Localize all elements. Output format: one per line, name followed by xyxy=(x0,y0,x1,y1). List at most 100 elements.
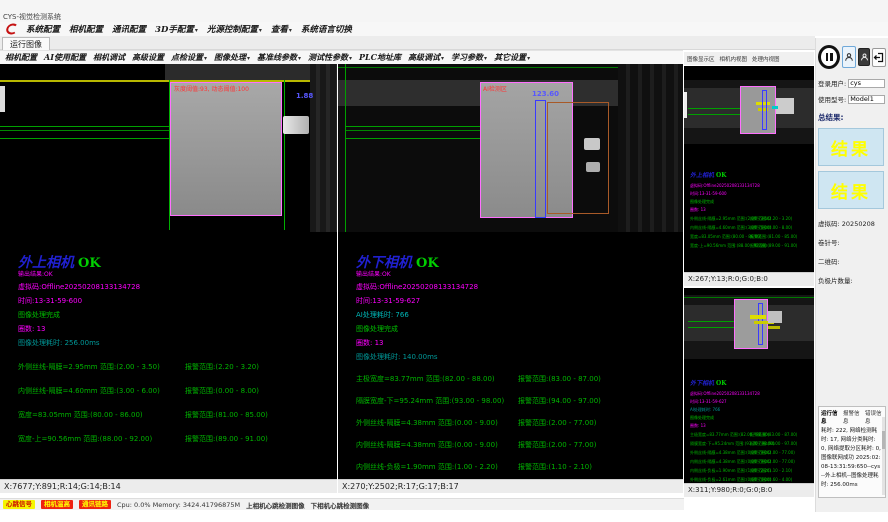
ai-blue-box xyxy=(762,90,767,130)
chevron-down-icon: ▾ xyxy=(259,27,262,34)
pause-button[interactable] xyxy=(818,45,840,69)
threshold-overlay: 灰度阈值:93, 动态阈值:100 xyxy=(174,84,249,93)
barcode-line: 虚拟码:Offline20250208133134728 xyxy=(18,282,333,292)
model-input[interactable] xyxy=(848,95,885,104)
user-button[interactable] xyxy=(842,46,856,68)
result-text-lower: 外下相机OK 输出结果:OK 虚拟码:Offline20250208133134… xyxy=(356,254,679,494)
value-overlay: 1.88 xyxy=(296,92,313,100)
thumb-tab-processed-view[interactable]: 处理内视图 xyxy=(752,55,780,63)
camera-view-lower[interactable]: AI检测区 123.60 xyxy=(338,64,683,232)
toolbar-camera-debug[interactable]: 相机调试 xyxy=(93,52,125,63)
menu-item-3d-config[interactable]: 3D手配置▾ xyxy=(155,23,198,35)
toolbar-image-processing[interactable]: 图像处理▾ xyxy=(214,52,250,63)
count-line: 圈数: 13 xyxy=(356,338,679,348)
tab-orange-box xyxy=(547,102,609,214)
toolbar-other-settings[interactable]: 其它设置▾ xyxy=(494,52,530,63)
menu-item-comm-config[interactable]: 通讯配置 xyxy=(112,23,146,35)
status-badge: OK xyxy=(416,256,439,271)
camera-title: 外上相机OK xyxy=(18,254,333,271)
toolbar: 相机配置 AI使用配置 相机调试 高级设置 点检设置▾ 图像处理▾ 基准线参数▾… xyxy=(0,50,683,64)
measurement-row: 外侧丝线-隔膜=2.95mm 范围:(2.00 - 3.50)报警范围:(2.2… xyxy=(18,362,333,372)
toolbar-baseline-params[interactable]: 基准线参数▾ xyxy=(257,52,301,63)
annotation-mark xyxy=(772,106,778,109)
lower-heartbeat-link: 下相机心跳检测图像 xyxy=(311,500,370,510)
thumbnail-header: 图像显示区 相机内视图 处理内视图 xyxy=(684,52,814,65)
status-badge: OK xyxy=(78,256,101,271)
chevron-down-icon: ▾ xyxy=(298,55,301,62)
pin-number-line: 卷针号: xyxy=(818,237,886,247)
tab-run-image[interactable]: 运行图像 xyxy=(2,37,50,51)
toolbar-spot-check[interactable]: 点检设置▾ xyxy=(171,52,207,63)
virtual-code-line: 虚拟码: 20250208 xyxy=(818,218,886,228)
log-tab-error[interactable]: 错误信息 xyxy=(865,409,883,425)
logout-button[interactable] xyxy=(872,48,886,67)
status-bar: 心跳信号 相机温高 通讯链路 Cpu: 0.0% Memory: 3424.41… xyxy=(0,498,684,510)
window-title: CYS-视觉检测系统 xyxy=(3,12,61,22)
output-result: 输出结果:OK xyxy=(18,271,333,278)
toolbar-advanced-debug[interactable]: 高级调试▾ xyxy=(408,52,444,63)
menu-item-camera-config[interactable]: 相机配置 xyxy=(69,23,103,35)
thumbnail-image-lower xyxy=(684,295,814,359)
value-overlay: 123.60 xyxy=(532,90,559,98)
sidebar-buttons xyxy=(818,42,886,72)
result-box-upper: 结果 xyxy=(818,128,884,166)
ruler-line xyxy=(346,126,480,127)
pixel-readout-thumb-upper: X:267;Y:13;R:0;G:0;B:0 xyxy=(684,272,814,286)
elapsed-line: 图像处理耗时: 140.00ms xyxy=(356,352,679,362)
toolbar-test-params[interactable]: 测试性参数▾ xyxy=(308,52,352,63)
toolbar-advanced-settings[interactable]: 高级设置 xyxy=(132,52,164,63)
control-sidebar: 登录用户: 使用型号: 总结果: 结果 结果 虚拟码: 20250208 卷针号… xyxy=(815,38,888,512)
machine-texture xyxy=(310,64,337,232)
elapsed-line: 图像处理耗时: 256.00ms xyxy=(18,338,333,348)
thumbnail-lower[interactable]: 外下相机OK 虚拟码:Offline20250208133134728 时间:1… xyxy=(684,288,814,497)
roi-box xyxy=(170,82,282,216)
metal-highlight xyxy=(584,138,600,150)
app-window: CYS-视觉检测系统 系统配置 相机配置 通讯配置 3D手配置▾ 光源控制配置▾… xyxy=(0,0,888,522)
count-line: 圈数: 13 xyxy=(18,324,333,334)
menu-item-light-config[interactable]: 光源控制配置▾ xyxy=(207,23,262,35)
log-scrollbar[interactable] xyxy=(882,417,885,495)
log-tab-alarm[interactable]: 报警信息 xyxy=(843,409,861,425)
thumbnail-image-upper xyxy=(684,80,814,144)
logout-door-icon xyxy=(873,51,885,64)
camera-view-upper[interactable]: 灰度阈值:93, 动态阈值:100 1.88 xyxy=(0,64,337,232)
upper-heartbeat-link: 上相机心跳检测图像 xyxy=(246,500,305,510)
metal-highlight xyxy=(586,162,600,172)
measurement-row: 外侧丝线-隔膜=4.38mm 范围:(0.00 - 9.00)报警范围:(2.0… xyxy=(356,418,679,428)
toolbar-plc-library[interactable]: PLC地址库 xyxy=(359,52,401,63)
chevron-down-icon: ▾ xyxy=(484,55,487,62)
annotation-mark xyxy=(750,315,766,319)
ai-region-overlay: AI检测区 xyxy=(483,84,507,93)
toolbar-ai-config[interactable]: AI使用配置 xyxy=(44,52,86,63)
login-user-input[interactable] xyxy=(848,79,885,88)
user-icon xyxy=(844,50,854,64)
process-status: 图像处理完成 xyxy=(18,310,333,320)
thumb-tab-camera-view[interactable]: 相机内视图 xyxy=(720,55,748,63)
log-panel: 运行信息 报警信息 错误信息 耗时: 222, 网络检测耗时: 17, 网络分类… xyxy=(818,406,886,498)
user-settings-button[interactable] xyxy=(858,48,870,66)
chevron-down-icon: ▾ xyxy=(195,27,198,34)
heartbeat-badge: 心跳信号 xyxy=(3,500,35,509)
menu-bar: 系统配置 相机配置 通讯配置 3D手配置▾ 光源控制配置▾ 查看▾ 系统语言切换 xyxy=(0,22,888,36)
log-tabs: 运行信息 报警信息 错误信息 xyxy=(821,409,883,425)
chevron-down-icon: ▾ xyxy=(289,27,292,34)
measurement-row: 内侧丝线-隔膜=4.38mm 范围:(0.00 - 9.00)报警范围:(2.0… xyxy=(356,440,679,450)
app-logo-icon xyxy=(4,23,17,35)
toolbar-learning-params[interactable]: 学习参数▾ xyxy=(451,52,487,63)
cpu-memory-readout: Cpu: 0.0% Memory: 3424.41796875M xyxy=(117,501,240,509)
menu-item-view[interactable]: 查看▾ xyxy=(271,23,292,35)
pause-icon xyxy=(826,53,829,61)
thumbnail-upper[interactable]: 外上相机OK 虚拟码:Offline20250208133134728 时间:1… xyxy=(684,66,814,286)
output-result: 输出结果:OK xyxy=(356,271,679,278)
process-status: 图像处理完成 xyxy=(356,324,679,334)
menu-item-language[interactable]: 系统语言切换 xyxy=(301,23,352,35)
toolbar-camera-config[interactable]: 相机配置 xyxy=(5,52,37,63)
edge-line xyxy=(169,80,170,230)
pixel-readout-lower: X:270;Y:2502;R:17;G:17;B:17 xyxy=(338,479,683,493)
log-tab-run[interactable]: 运行信息 xyxy=(821,409,839,425)
pixel-readout-upper: X:7677;Y:891;R:14;G:14;B:14 xyxy=(0,479,337,493)
menu-item-system-config[interactable]: 系统配置 xyxy=(26,23,60,35)
measurement-row: 内侧丝线-隔膜=4.60mm 范围:(3.00 - 6.00)报警范围:(0.0… xyxy=(18,386,333,396)
log-text: 耗时: 222, 网络检测耗时: 17, 网络分类耗时: 0, 网络提取分区耗时… xyxy=(821,427,881,490)
thumb-tab-display[interactable]: 图像显示区 xyxy=(687,55,715,63)
